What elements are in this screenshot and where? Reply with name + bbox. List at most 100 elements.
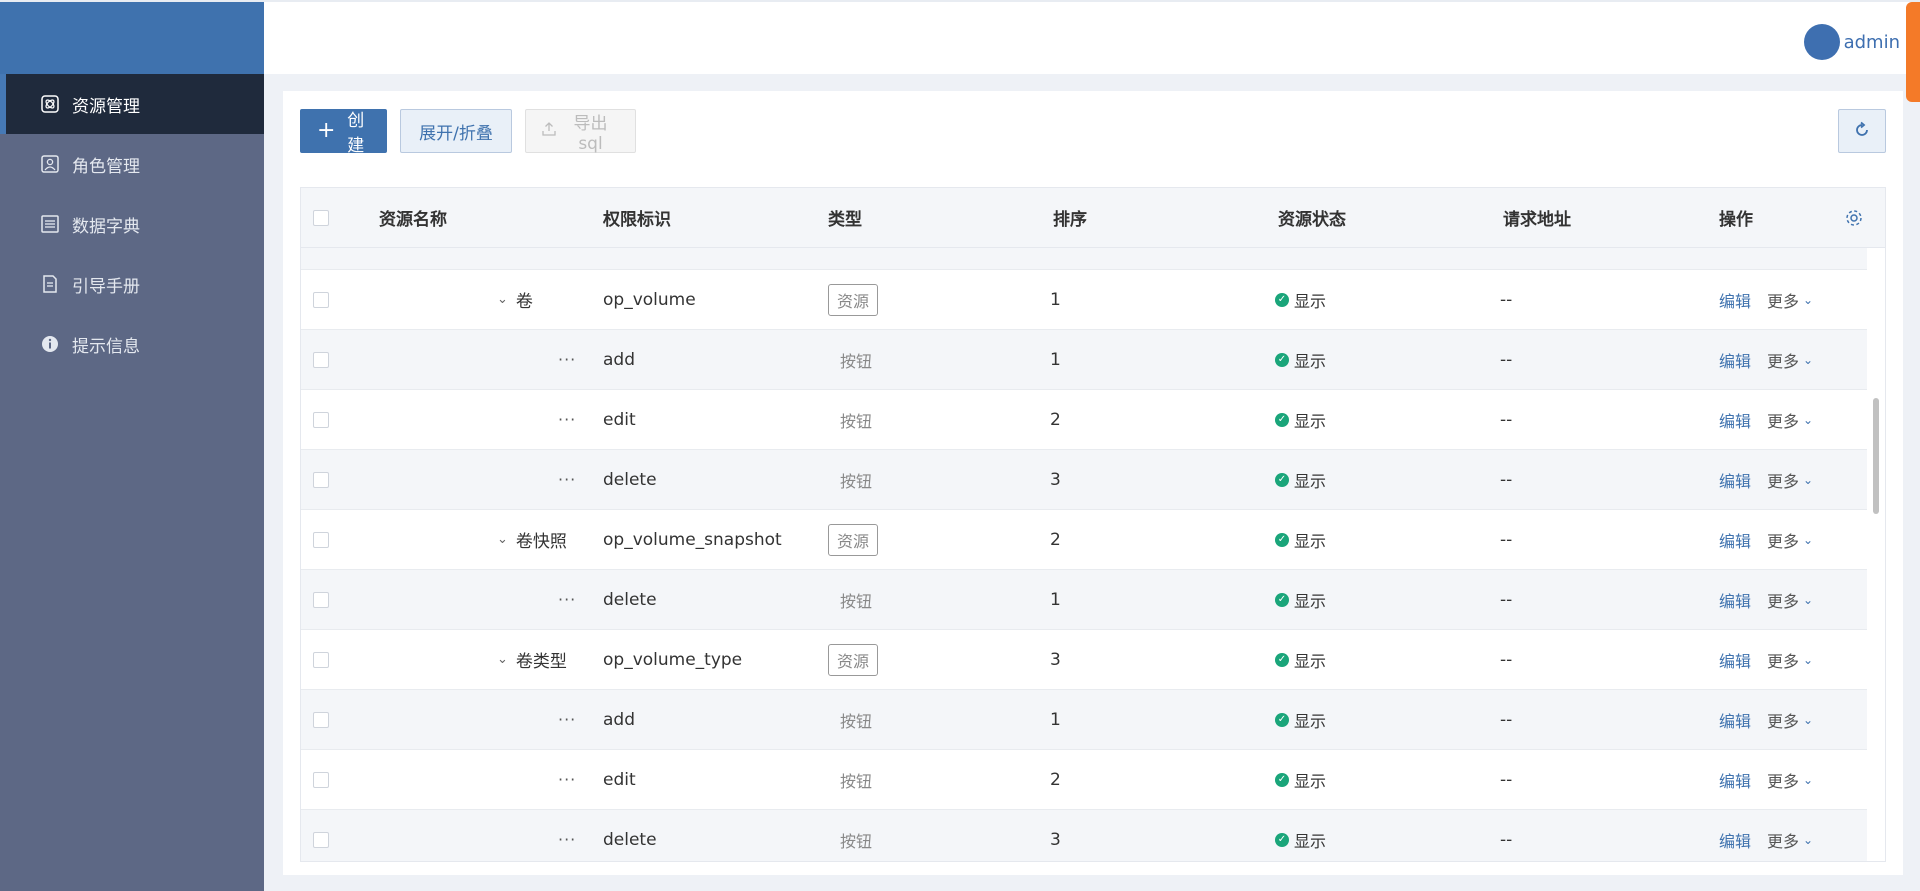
- more-dropdown[interactable]: 更多 ⌄: [1767, 648, 1813, 672]
- sidebar-item-guide-manual[interactable]: 引导手册: [0, 254, 264, 314]
- table-scrollbar[interactable]: [1867, 248, 1885, 861]
- sidebar-item-label: 资源管理: [72, 96, 140, 117]
- row-checkbox[interactable]: [313, 771, 329, 788]
- url-cell: --: [1500, 709, 1513, 730]
- actions-cell: 编辑 更多 ⌄: [1719, 270, 1813, 329]
- edit-link[interactable]: 编辑: [1719, 408, 1751, 432]
- status-cell: ✓ 显示: [1275, 510, 1326, 569]
- toolbar: + 创建 展开/折叠 导出sql: [300, 109, 636, 156]
- scroll-thumb[interactable]: [1873, 398, 1879, 514]
- tree-leaf: ···: [558, 750, 576, 809]
- url-cell: --: [1500, 409, 1513, 430]
- sidebar-item-role-management[interactable]: 角色管理: [0, 134, 264, 194]
- row-checkbox-cell: [313, 390, 329, 449]
- select-all-checkbox[interactable]: [313, 209, 329, 226]
- row-checkbox[interactable]: [313, 651, 329, 668]
- table-row: ··· edit 按钮 2 ✓ 显示 -- 编辑 更多 ⌄: [301, 750, 1869, 810]
- sidebar-item-data-dictionary[interactable]: 数据字典: [0, 194, 264, 254]
- status-text: 显示: [1294, 471, 1327, 491]
- refresh-button[interactable]: [1838, 109, 1886, 153]
- more-dropdown[interactable]: 更多 ⌄: [1767, 348, 1813, 372]
- row-checkbox[interactable]: [313, 591, 329, 608]
- resource-name: ···: [558, 590, 577, 609]
- edit-link[interactable]: 编辑: [1719, 708, 1751, 732]
- more-dropdown[interactable]: 更多 ⌄: [1767, 588, 1813, 612]
- type-cell: 按钮: [828, 810, 884, 861]
- resource-name: ···: [558, 470, 577, 489]
- check-circle-icon: ✓: [1275, 592, 1289, 607]
- row-checkbox-cell: [313, 450, 329, 509]
- more-dropdown[interactable]: 更多 ⌄: [1767, 408, 1813, 432]
- more-dropdown[interactable]: 更多 ⌄: [1767, 708, 1813, 732]
- export-sql-button[interactable]: 导出sql: [525, 109, 636, 154]
- sidebar-item-resource-management[interactable]: 资源管理: [0, 74, 264, 134]
- chevron-down-icon[interactable]: ⌄: [497, 532, 508, 547]
- avatar[interactable]: [1803, 24, 1840, 60]
- check-circle-icon: ✓: [1275, 292, 1289, 307]
- edit-link[interactable]: 编辑: [1719, 588, 1751, 612]
- edit-link[interactable]: 编辑: [1719, 828, 1751, 852]
- expand-collapse-button[interactable]: 展开/折叠: [400, 109, 512, 153]
- resource-name: ···: [558, 350, 577, 369]
- table-row: ··· delete 按钮 3 ✓ 显示 -- 编辑 更多 ⌄: [301, 810, 1869, 861]
- resource-table: 资源名称 权限标识 类型 排序 资源状态 请求地址 操作 ⌄ 卷 op_volume…: [300, 187, 1886, 862]
- type-tag: 按钮: [840, 711, 873, 731]
- order-cell: 3: [1050, 829, 1061, 850]
- type-tag: 按钮: [840, 591, 873, 611]
- row-checkbox[interactable]: [313, 831, 329, 848]
- more-dropdown[interactable]: 更多 ⌄: [1767, 288, 1813, 312]
- edit-link[interactable]: 编辑: [1719, 468, 1751, 492]
- sidebar-item-tips[interactable]: 提示信息: [0, 314, 264, 374]
- row-checkbox[interactable]: [313, 411, 329, 428]
- more-dropdown[interactable]: 更多 ⌄: [1767, 528, 1813, 552]
- chevron-down-icon[interactable]: ⌄: [497, 652, 508, 667]
- type-tag: 资源: [828, 523, 879, 556]
- row-checkbox[interactable]: [313, 531, 329, 548]
- edit-link[interactable]: 编辑: [1719, 648, 1751, 672]
- status-cell: ✓ 显示: [1275, 570, 1326, 629]
- edit-link[interactable]: 编辑: [1719, 768, 1751, 792]
- row-checkbox[interactable]: [313, 471, 329, 488]
- status-text: 显示: [1294, 351, 1327, 371]
- row-checkbox[interactable]: [313, 711, 329, 728]
- order-cell: 1: [1050, 589, 1061, 610]
- more-dropdown[interactable]: 更多 ⌄: [1767, 468, 1813, 492]
- resource-name: ···: [558, 770, 577, 789]
- actions-cell: 编辑 更多 ⌄: [1719, 630, 1813, 689]
- table-row: ··· edit 按钮 2 ✓ 显示 -- 编辑 更多 ⌄: [301, 390, 1869, 450]
- chevron-down-icon[interactable]: ⌄: [497, 292, 508, 307]
- username[interactable]: admin: [1844, 32, 1900, 53]
- table-row: ··· delete 按钮 3 ✓ 显示 -- 编辑 更多 ⌄: [301, 450, 1869, 510]
- type-cell: 资源: [828, 630, 879, 689]
- edit-link[interactable]: 编辑: [1719, 348, 1751, 372]
- resource-name: ···: [558, 830, 577, 849]
- check-circle-icon: ✓: [1275, 532, 1289, 547]
- table-row: ⌄ 卷类型 op_volume_type 资源 3 ✓ 显示 -- 编辑 更多 ⌄: [301, 630, 1869, 690]
- url-cell: --: [1500, 469, 1513, 490]
- side-drawer-tab[interactable]: [1906, 2, 1920, 102]
- sidebar-item-label: 数据字典: [72, 216, 140, 237]
- permission-code: op_volume_type: [603, 649, 743, 670]
- create-button[interactable]: + 创建: [300, 109, 387, 156]
- column-settings-icon[interactable]: [1845, 188, 1863, 247]
- refresh-icon: [1853, 121, 1871, 142]
- chevron-down-icon: ⌄: [1803, 772, 1814, 787]
- header-actions: 操作: [1719, 210, 1753, 230]
- edit-link[interactable]: 编辑: [1719, 288, 1751, 312]
- status-cell: ✓ 显示: [1275, 390, 1326, 449]
- tree-leaf: ···: [558, 690, 576, 749]
- status-text: 显示: [1294, 411, 1327, 431]
- user-card-icon: [40, 154, 60, 174]
- row-checkbox[interactable]: [313, 351, 329, 368]
- row-checkbox-cell: [313, 690, 329, 749]
- type-cell: 按钮: [828, 690, 884, 749]
- user-menu[interactable]: admin: [1803, 24, 1900, 60]
- row-checkbox[interactable]: [313, 291, 329, 308]
- type-tag: 资源: [828, 283, 879, 316]
- type-cell: 按钮: [828, 330, 884, 389]
- type-cell: 按钮: [828, 450, 884, 509]
- check-circle-icon: ✓: [1275, 832, 1289, 847]
- edit-link[interactable]: 编辑: [1719, 528, 1751, 552]
- more-dropdown[interactable]: 更多 ⌄: [1767, 768, 1813, 792]
- more-dropdown[interactable]: 更多 ⌄: [1767, 828, 1813, 852]
